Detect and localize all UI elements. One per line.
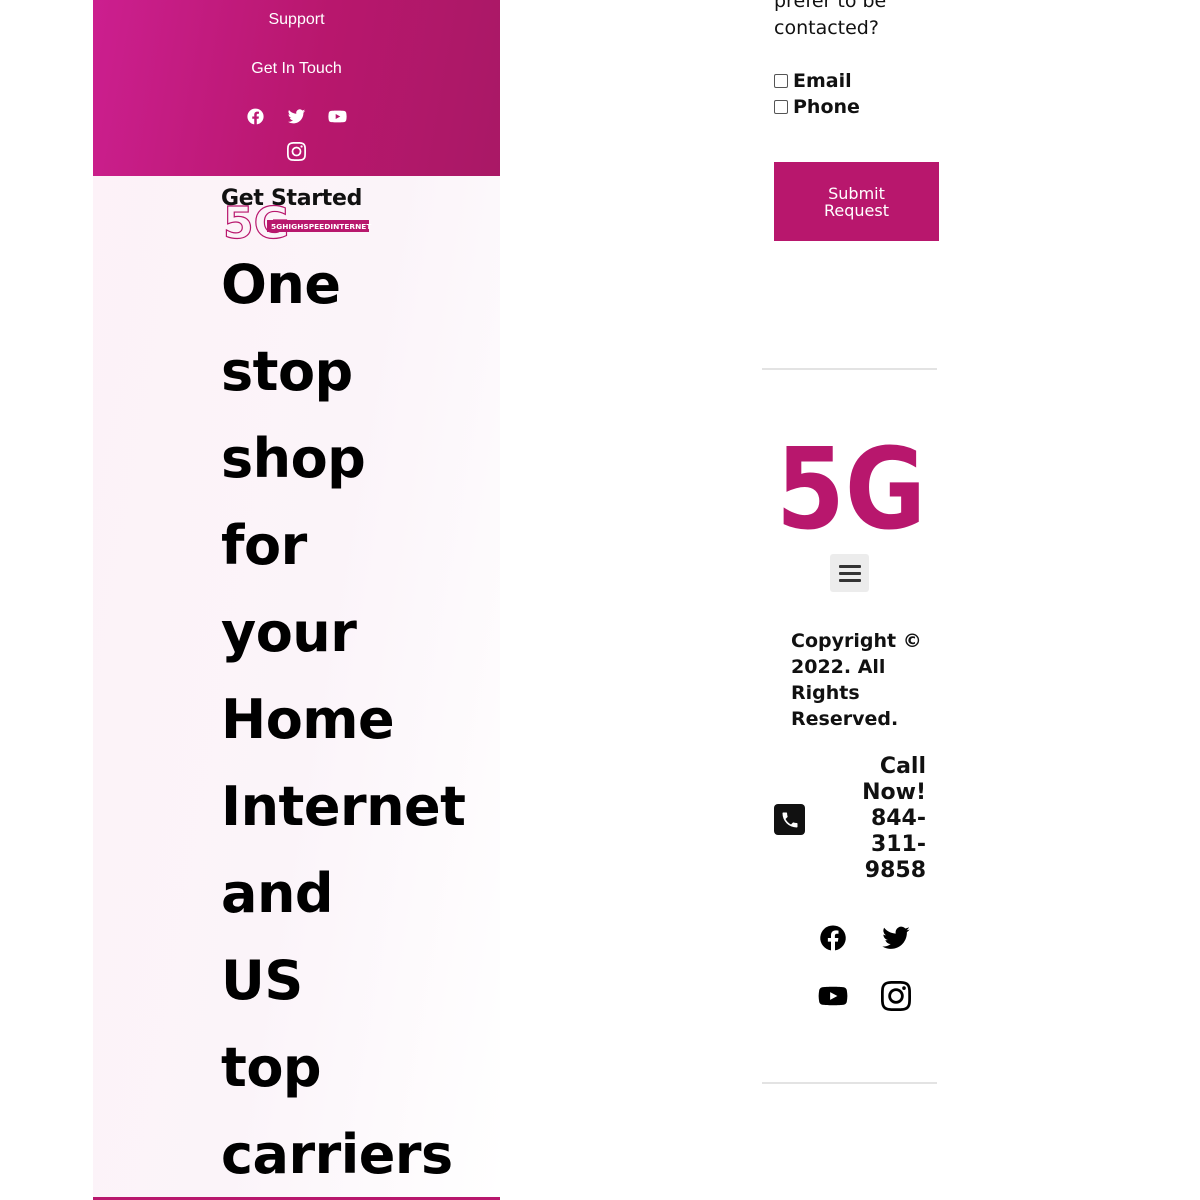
contact-preference-question: prefer to be contacted? — [774, 0, 887, 39]
brand-logo-large[interactable]: 5G — [776, 428, 928, 532]
submit-request-button[interactable]: Submit Request — [774, 162, 939, 241]
mobile-nav-band: Support Get In Touch — [93, 0, 500, 176]
facebook-icon[interactable] — [246, 107, 265, 126]
nav-social-row-2 — [93, 142, 500, 161]
footer-logo-text: 5G — [776, 428, 926, 532]
headline-word: carriers — [221, 1123, 453, 1186]
logo-tagline: 5GHIGHSPEEDINTERNET — [271, 222, 371, 231]
submit-button-label: Submit Request — [824, 183, 889, 220]
headline-word: Home — [221, 688, 395, 751]
twitter-icon[interactable] — [881, 923, 911, 953]
phone-checkbox[interactable] — [774, 100, 788, 114]
headline-word: your — [221, 601, 357, 664]
facebook-icon[interactable] — [818, 923, 848, 953]
footer-divider-top — [762, 368, 937, 370]
instagram-icon[interactable] — [881, 981, 911, 1011]
brand-logo-small[interactable]: 5G 5GHIGHSPEEDINTERNET — [223, 198, 373, 242]
headline-word: One — [221, 253, 341, 316]
instagram-icon[interactable] — [287, 142, 306, 161]
youtube-icon[interactable] — [818, 981, 848, 1011]
headline-word: Internet — [221, 775, 466, 838]
hero-headline: One stop shop for your Home Internet and… — [221, 250, 500, 1200]
headline-word: stop — [221, 340, 353, 403]
nav-support-link[interactable]: Support — [93, 11, 500, 29]
phone-icon[interactable] — [774, 804, 805, 835]
headline-word: US — [221, 949, 303, 1012]
hamburger-menu-icon[interactable] — [830, 554, 869, 592]
email-option-label: Email — [793, 70, 852, 92]
nav-get-in-touch-link[interactable]: Get In Touch — [93, 60, 500, 78]
contact-option-phone[interactable]: Phone — [774, 96, 860, 118]
contact-option-email[interactable]: Email — [774, 70, 852, 92]
call-now-link[interactable]: Call Now! 844-311-9858 — [840, 754, 926, 884]
footer-divider-bottom — [762, 1082, 937, 1084]
headline-word: shop — [221, 427, 366, 490]
copyright-text: Copyright © 2022. All Rights Reserved. — [791, 630, 922, 730]
twitter-icon[interactable] — [287, 107, 306, 126]
headline-word: top — [221, 1036, 322, 1099]
headline-word: and — [221, 862, 334, 925]
email-checkbox[interactable] — [774, 74, 788, 88]
nav-social-row — [93, 107, 500, 126]
headline-word: for — [221, 514, 307, 577]
left-column: Support Get In Touch Get Started 5G 5GHI… — [93, 0, 500, 1200]
phone-option-label: Phone — [793, 96, 860, 118]
youtube-icon[interactable] — [328, 107, 347, 126]
